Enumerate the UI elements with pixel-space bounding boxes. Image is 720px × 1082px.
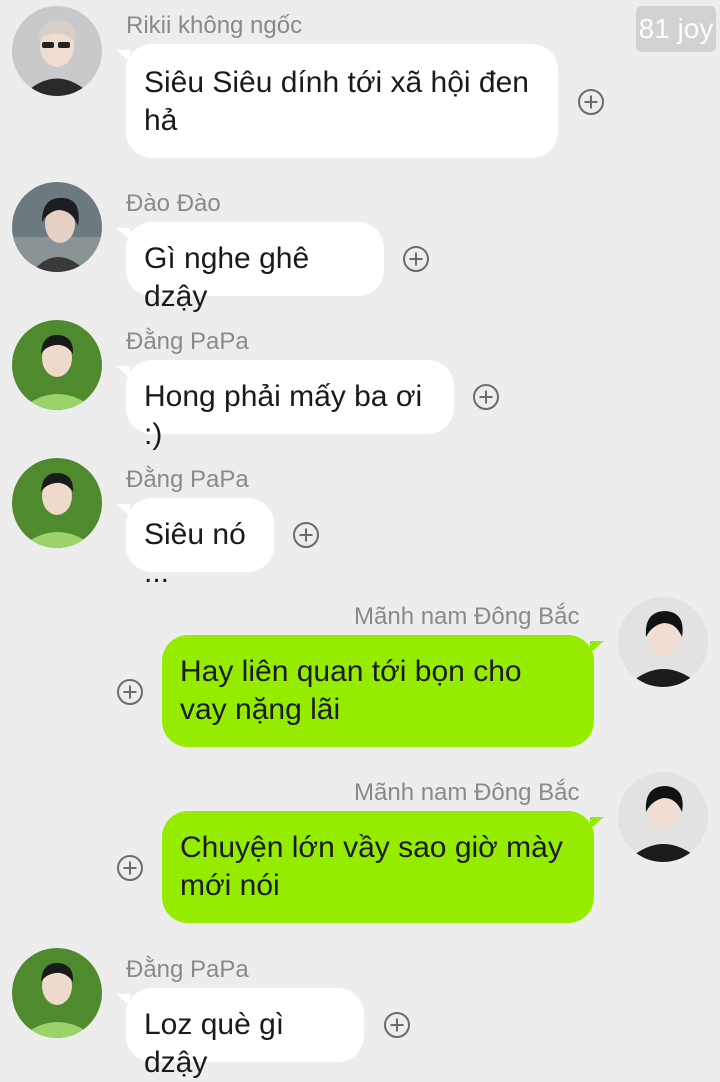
sender-name: Mãnh nam Đông Bắc — [354, 779, 580, 806]
sender-name: Mãnh nam Đông Bắc — [354, 603, 580, 630]
message-bubble[interactable]: Chuyện lớn vầy sao giờ mày mới nói — [162, 811, 604, 923]
avatar-icon — [12, 948, 102, 1038]
avatar-icon — [12, 6, 102, 96]
avatar[interactable] — [618, 597, 708, 687]
message-bubble[interactable]: Hay liên quan tới bọn cho vay nặng lãi — [162, 635, 604, 747]
avatar-icon — [12, 458, 102, 548]
avatar[interactable] — [12, 948, 102, 1038]
sender-name: Đằng PaPa — [126, 328, 249, 355]
avatar[interactable] — [12, 182, 102, 272]
avatar-icon — [618, 772, 708, 862]
message-bubble[interactable]: Hong phải mấy ba ơi :) — [116, 360, 454, 451]
sender-name: Đằng PaPa — [126, 466, 249, 493]
avatar-icon — [12, 320, 102, 410]
sender-name: Đào Đào — [126, 190, 221, 217]
message-bubble[interactable]: Siêu nó ... — [116, 498, 274, 589]
add-reaction-icon[interactable] — [117, 679, 143, 705]
avatar-icon — [618, 597, 708, 687]
avatar[interactable] — [12, 458, 102, 548]
message-bubble[interactable]: Loz què gì dzậy — [116, 988, 364, 1079]
add-reaction-icon[interactable] — [473, 384, 499, 410]
add-reaction-icon[interactable] — [117, 855, 143, 881]
add-reaction-icon[interactable] — [384, 1012, 410, 1038]
sender-name: Đằng PaPa — [126, 956, 249, 983]
avatar[interactable] — [12, 6, 102, 96]
watermark-badge: 81 joy — [636, 6, 716, 52]
sender-name: Rikii không ngốc — [126, 12, 303, 39]
add-reaction-icon[interactable] — [403, 246, 429, 272]
message-bubble[interactable]: Siêu Siêu dính tới xã hội đen hả — [116, 44, 558, 158]
avatar[interactable] — [12, 320, 102, 410]
avatar[interactable] — [618, 772, 708, 862]
message-bubble[interactable]: Gì nghe ghê dzậy — [116, 222, 384, 313]
add-reaction-icon[interactable] — [578, 89, 604, 115]
add-reaction-icon[interactable] — [293, 522, 319, 548]
avatar-icon — [12, 182, 102, 272]
